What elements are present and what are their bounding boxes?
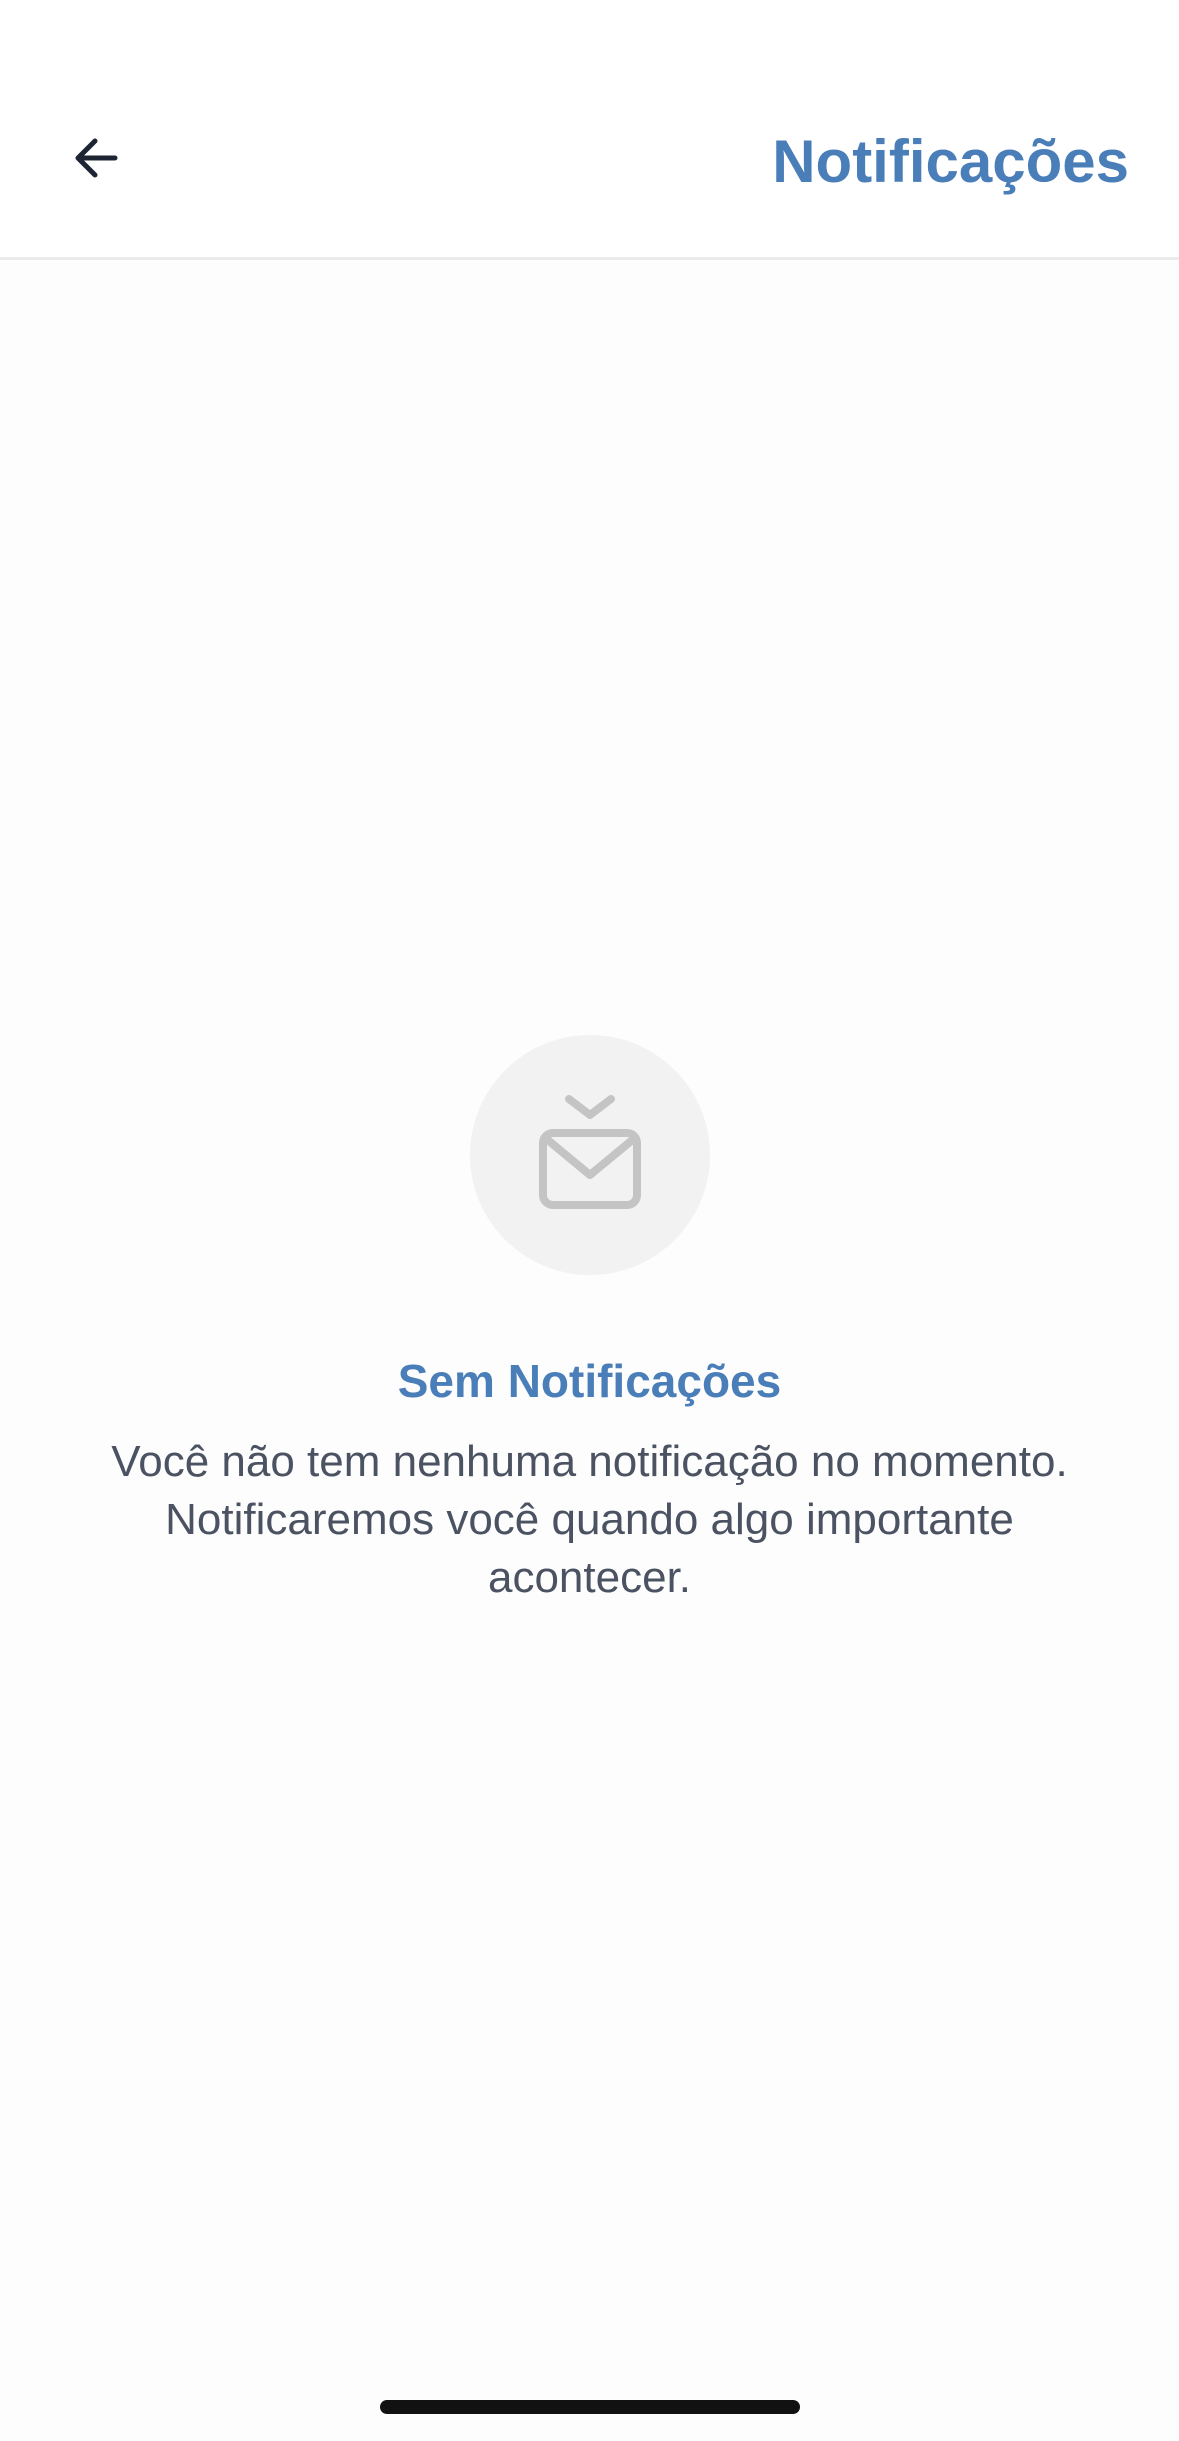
- empty-state: Sem Notificações Você não tem nenhuma no…: [0, 1035, 1179, 1607]
- home-indicator[interactable]: [380, 2400, 800, 2414]
- empty-state-title: Sem Notificações: [397, 1355, 782, 1407]
- empty-state-message: Você não tem nenhuma notificação no mome…: [111, 1437, 1068, 1602]
- back-button[interactable]: [52, 120, 142, 200]
- empty-state-icon-circle: [469, 1035, 710, 1275]
- page-title: Notificações: [772, 128, 1129, 195]
- arrow-left-icon: [69, 130, 125, 191]
- top-app-bar: Notificações: [0, 0, 1179, 260]
- mail-inbox-download-icon: [535, 1093, 645, 1218]
